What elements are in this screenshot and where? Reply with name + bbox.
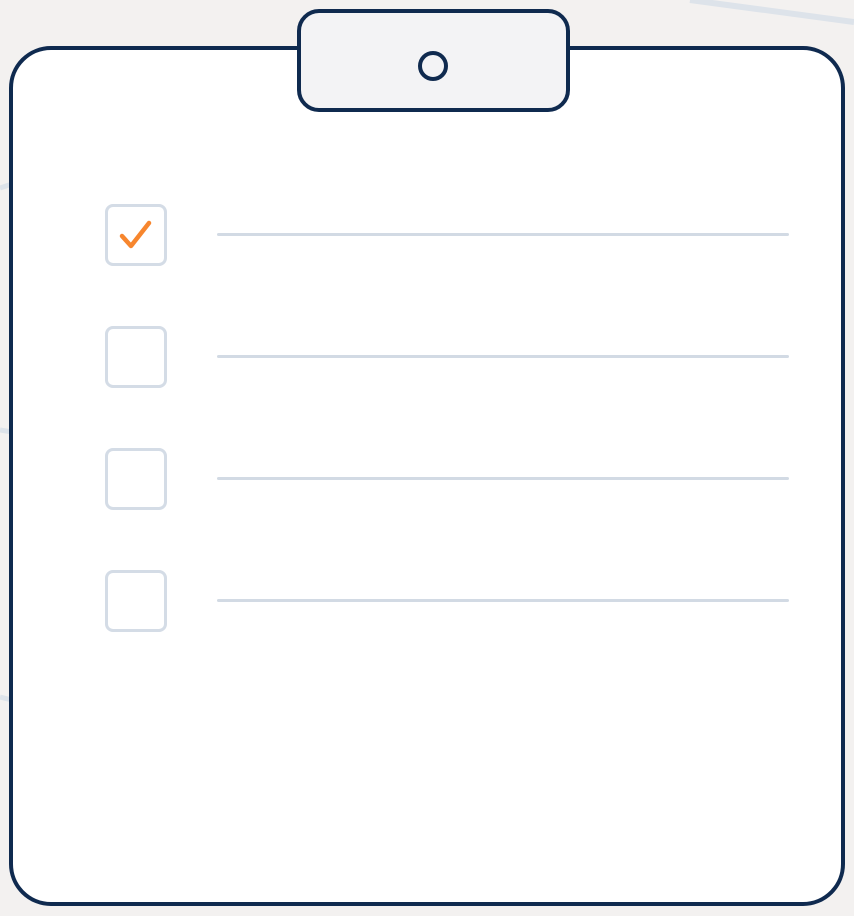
checklist-item-3[interactable] — [105, 448, 789, 510]
item-placeholder-line — [217, 233, 789, 236]
item-placeholder-line — [217, 355, 789, 358]
clipboard-board — [9, 46, 845, 906]
clipboard-clip — [297, 9, 570, 112]
checkbox-checked[interactable] — [105, 204, 167, 266]
checkbox-unchecked[interactable] — [105, 326, 167, 388]
checklist-item-2[interactable] — [105, 326, 789, 388]
checkbox-unchecked[interactable] — [105, 570, 167, 632]
checklist-item-4[interactable] — [105, 570, 789, 632]
item-placeholder-line — [217, 599, 789, 602]
checkbox-unchecked[interactable] — [105, 448, 167, 510]
item-placeholder-line — [217, 477, 789, 480]
clip-hole-icon — [418, 51, 448, 81]
checkmark-icon — [119, 220, 152, 249]
checklist-item-1[interactable] — [105, 204, 789, 266]
